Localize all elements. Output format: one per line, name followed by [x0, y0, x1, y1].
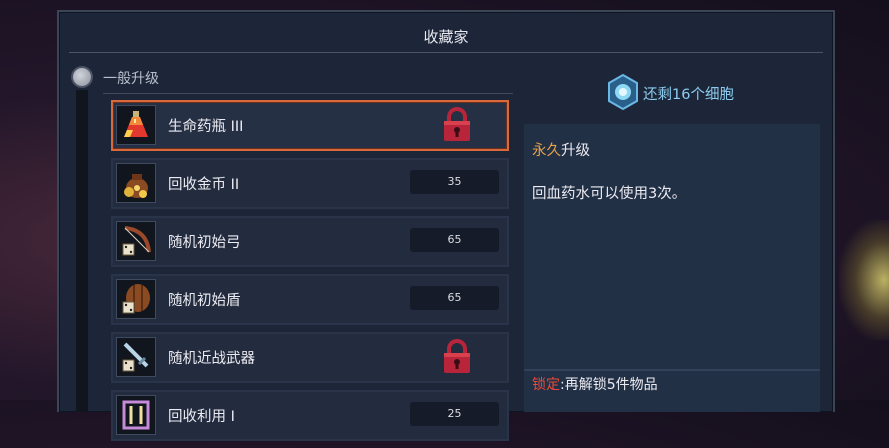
lock-icon: [440, 339, 474, 375]
upgrade-item-name: 随机近战武器: [168, 351, 255, 367]
cells-count-text: 还剩16个细胞: [643, 87, 734, 103]
collector-panel: 收藏家 一般升级 生命药瓶 III 回收金币 II 35 随机初始弓 65 随机…: [57, 10, 835, 441]
recycle-icon: [116, 395, 156, 435]
lock-icon: [440, 107, 474, 143]
lock-prefix: 锁定: [532, 377, 560, 393]
permanent-rest: 升级: [561, 143, 590, 159]
sword-dice-icon: [116, 337, 156, 377]
scrollbar[interactable]: [76, 90, 88, 412]
section-bullet-icon: [73, 68, 91, 86]
upgrade-item-random-melee[interactable]: 随机近战武器: [111, 332, 509, 383]
panel-title: 收藏家: [423, 28, 469, 46]
shield-dice-icon: [116, 279, 156, 319]
upgrade-item-health-flask[interactable]: 生命药瓶 III: [111, 100, 509, 151]
upgrade-list: 生命药瓶 III 回收金币 II 35 随机初始弓 65 随机初始盾 65 随机…: [111, 100, 509, 448]
upgrade-description: 回血药水可以使用3次。: [532, 186, 687, 202]
cost-badge: 25: [410, 402, 499, 426]
upgrade-item-name: 生命药瓶 III: [168, 119, 244, 135]
cost-badge: 65: [410, 228, 499, 252]
permanent-prefix: 永久: [532, 143, 561, 159]
permanent-upgrade-label: 永久升级: [532, 139, 590, 160]
upgrade-item-recycle[interactable]: 回收利用 I 25: [111, 390, 509, 441]
cell-icon: [607, 73, 639, 111]
lock-requirement: 锁定:再解锁5件物品: [532, 374, 658, 394]
upgrade-item-random-bow[interactable]: 随机初始弓 65: [111, 216, 509, 267]
gold-bag-icon: [116, 163, 156, 203]
lock-rest: :再解锁5件物品: [560, 377, 658, 393]
upgrade-item-gold-recycle[interactable]: 回收金币 II 35: [111, 158, 509, 209]
title-divider: [69, 52, 823, 53]
detail-panel: 永久升级 回血药水可以使用3次。 锁定:再解锁5件物品: [524, 124, 820, 412]
health-flask-icon: [116, 105, 156, 145]
upgrade-item-random-shield[interactable]: 随机初始盾 65: [111, 274, 509, 325]
detail-divider: [524, 369, 820, 371]
cells-remaining: 还剩16个细胞: [607, 73, 807, 111]
upgrade-item-name: 随机初始盾: [168, 293, 241, 309]
upgrade-item-name: 回收利用 I: [168, 409, 235, 425]
cost-badge: 65: [410, 286, 499, 310]
background-glow: [839, 220, 889, 340]
upgrade-item-name: 随机初始弓: [168, 235, 241, 251]
cost-badge: 35: [410, 170, 499, 194]
section-divider: [103, 93, 513, 94]
section-label: 一般升级: [103, 71, 159, 87]
upgrade-item-name: 回收金币 II: [168, 177, 240, 193]
bow-dice-icon: [116, 221, 156, 261]
